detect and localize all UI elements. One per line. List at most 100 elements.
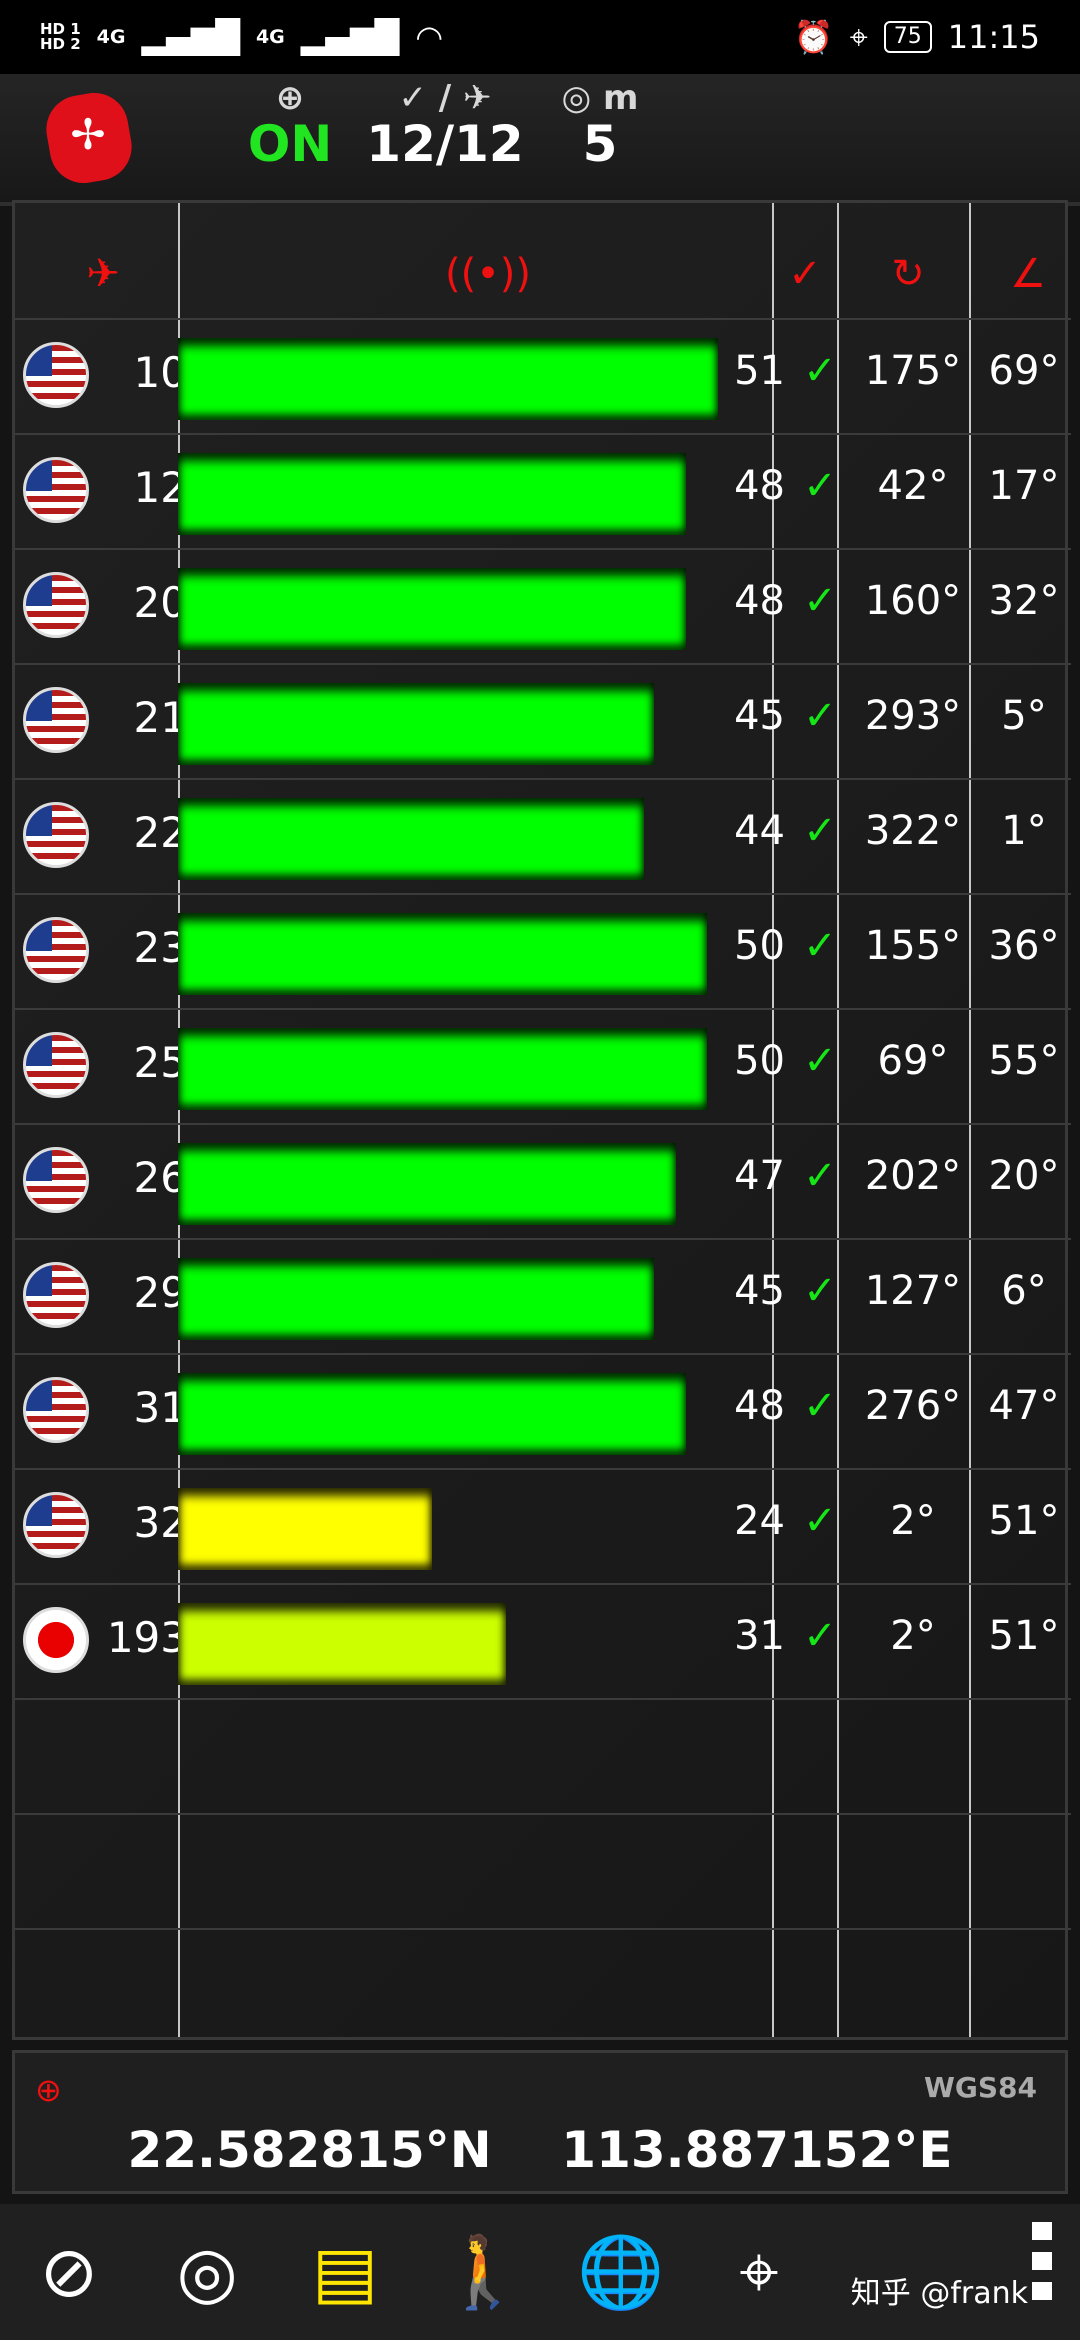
satellite-row: 21 45 ✓ 293° 5° (15, 663, 1071, 780)
signal-strength-bar (178, 1143, 676, 1225)
azimuth-value: 293° (864, 693, 962, 739)
empty-satellite-row (15, 1698, 1071, 1815)
used-check-icon: ✓ (803, 1153, 837, 1199)
status-left: HD 1 HD 2 4G ▂▄▆█ 4G ▂▄▆█ ◠ (40, 18, 443, 56)
satellite-id: 23 (133, 923, 187, 972)
snr-value: 50 (734, 923, 785, 969)
used-check-icon: ✓ (803, 923, 837, 969)
signal-strength-bar (178, 568, 686, 650)
usa-flag-icon (23, 572, 89, 638)
satellite-id: 31 (133, 1383, 187, 1432)
usa-flag-icon (23, 342, 89, 408)
azimuth-value: 42° (877, 463, 949, 509)
wifi-icon: ◠ (415, 18, 444, 56)
elevation-value: 1° (1001, 808, 1047, 854)
datum-label: WGS84 (924, 2071, 1037, 2104)
satellite-row: 10 51 ✓ 175° 69° (15, 318, 1071, 435)
more-menu-icon[interactable] (1032, 2222, 1052, 2300)
satellite-row: 20 48 ✓ 160° 32° (15, 548, 1071, 665)
status-right: ⏰ ⌖ 75 11:15 (794, 18, 1040, 57)
usa-flag-icon (23, 1147, 89, 1213)
snr-value: 48 (734, 578, 785, 624)
azimuth-value: 155° (864, 923, 962, 969)
snr-value: 48 (734, 463, 785, 509)
azimuth-value: 69° (877, 1038, 949, 1084)
satellite-id: 25 (133, 1038, 187, 1087)
satellite-id: 12 (133, 463, 187, 512)
azimuth-value: 175° (864, 348, 962, 394)
signal-bars-icon: ▂▄▆█ (141, 18, 240, 56)
app-logo-icon (40, 87, 138, 189)
map-pin-icon[interactable]: ⌖ (690, 2214, 828, 2330)
location-icon: ⌖ (849, 17, 868, 56)
snr-value: 48 (734, 1383, 785, 1429)
satellite-id: 21 (133, 693, 187, 742)
japan-flag-icon (23, 1607, 89, 1673)
accuracy-value: 5 (582, 115, 618, 173)
used-check-icon: ✓ (803, 463, 837, 509)
snr-value: 45 (734, 693, 785, 739)
azimuth-value: 2° (890, 1498, 936, 1544)
snr-value: 45 (734, 1268, 785, 1314)
snr-value: 51 (734, 348, 785, 394)
usa-flag-icon (23, 457, 89, 523)
elevation-value: 36° (988, 923, 1060, 969)
compass-icon[interactable]: ⊘ (0, 2214, 138, 2330)
gps-status-value: ON (247, 115, 333, 173)
satellite-row: 25 50 ✓ 69° 55° (15, 1008, 1071, 1125)
status-bar: HD 1 HD 2 4G ▂▄▆█ 4G ▂▄▆█ ◠ ⏰ ⌖ 75 11:15 (0, 0, 1080, 74)
coordinates-panel: ⊕ WGS84 22.582815°N 113.887152°E (12, 2050, 1068, 2194)
satellite-id: 29 (133, 1268, 187, 1317)
hd-indicators: HD 1 HD 2 (40, 22, 81, 52)
battery-indicator: 75 (883, 21, 932, 53)
elevation-value: 51° (988, 1498, 1060, 1544)
gps-status: ⊕ ON (240, 80, 340, 172)
radar-icon[interactable]: ◎ (138, 2214, 276, 2330)
satellite-row: 23 50 ✓ 155° 36° (15, 893, 1071, 1010)
elevation-value: 5° (1001, 693, 1047, 739)
elevation-value: 17° (988, 463, 1060, 509)
azimuth-value: 276° (864, 1383, 962, 1429)
elevation-value: 47° (988, 1383, 1060, 1429)
signal-strength-bar (178, 1373, 686, 1455)
signal-bars-icon: ▂▄▆█ (300, 18, 400, 56)
elevation-column-icon: ∠ (1010, 251, 1046, 297)
snr-value: 24 (734, 1498, 785, 1544)
used-check-icon: ✓ (803, 1038, 837, 1084)
elevation-value: 6° (1001, 1268, 1047, 1314)
satellite-row: 193 31 ✓ 2° 51° (15, 1583, 1071, 1700)
signal-strength-bar (178, 683, 654, 765)
elevation-value: 32° (988, 578, 1060, 624)
satellite-row: 26 47 ✓ 202° 20° (15, 1123, 1071, 1240)
elevation-value: 20° (988, 1153, 1060, 1199)
used-check-icon: ✓ (803, 808, 837, 854)
signal-column-icon: ((•)) (445, 251, 532, 297)
used-check-icon: ✓ (803, 578, 837, 624)
usa-flag-icon (23, 917, 89, 983)
signal-strength-bar (178, 913, 707, 995)
longitude: 113.887152°E (561, 2121, 953, 2179)
satellite-column-icon: ✈ (86, 251, 120, 297)
snr-value: 50 (734, 1038, 785, 1084)
walking-icon[interactable]: 🚶 (414, 2214, 552, 2330)
time: 11:15 (947, 18, 1040, 56)
world-map-icon[interactable]: 🌐 (552, 2214, 690, 2330)
hd-indicator: HD 2 (40, 35, 81, 53)
used-check-icon: ✓ (803, 1613, 837, 1659)
satellite-row: 29 45 ✓ 127° 6° (15, 1238, 1071, 1355)
signal-bars-tab-icon[interactable]: ▤ (276, 2214, 414, 2330)
satellite-row: 22 44 ✓ 322° 1° (15, 778, 1071, 895)
gps-fix-icon: ⊕ (275, 78, 305, 118)
signal-strength-bar (178, 1488, 432, 1570)
signal-strength-bar (178, 798, 644, 880)
signal-strength-bar (178, 1028, 707, 1110)
signal-strength-bar (178, 1603, 506, 1685)
usa-flag-icon (23, 1032, 89, 1098)
accuracy-icon: ◎ (561, 78, 592, 118)
satellite-id: 193 (106, 1613, 187, 1662)
used-check-icon: ✓ (803, 348, 837, 394)
satellite-id: 26 (133, 1153, 187, 1202)
alarm-icon: ⏰ (793, 18, 834, 56)
satellite-table: ✈ ((•)) ✓ ↻ ∠ 10 51 ✓ 175° 69° 12 48 ✓ 42° 17° 20 4… (12, 200, 1071, 2040)
globe-icon: ⊕ (35, 2071, 62, 2109)
